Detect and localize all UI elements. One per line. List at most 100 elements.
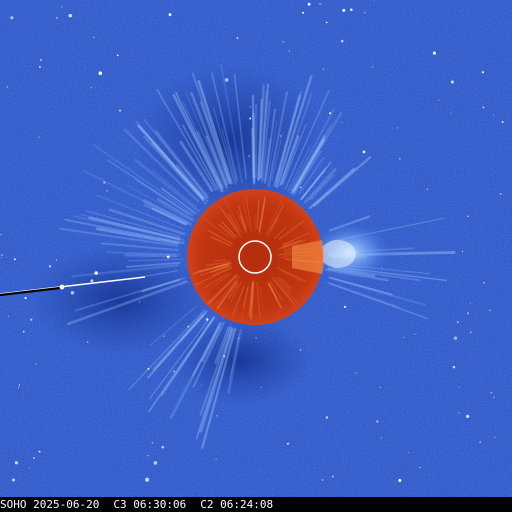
star xyxy=(467,215,469,217)
star xyxy=(18,384,21,386)
star xyxy=(38,136,40,138)
star xyxy=(6,86,9,88)
star xyxy=(482,106,485,109)
star xyxy=(376,420,379,423)
star xyxy=(0,234,2,236)
star xyxy=(407,451,410,454)
star xyxy=(151,442,153,444)
star xyxy=(223,355,225,358)
star xyxy=(68,13,73,18)
star xyxy=(494,436,496,439)
star xyxy=(450,80,454,84)
star xyxy=(301,11,305,14)
star xyxy=(147,367,150,370)
star xyxy=(14,461,18,465)
star xyxy=(300,349,302,351)
star xyxy=(414,333,416,335)
star xyxy=(379,386,381,388)
observatory-label: SOHO xyxy=(0,498,27,511)
star xyxy=(205,318,209,321)
star xyxy=(119,109,121,112)
star xyxy=(56,17,58,19)
star xyxy=(35,363,37,365)
star xyxy=(493,114,495,116)
star xyxy=(426,188,428,190)
star xyxy=(340,39,344,43)
star xyxy=(10,16,14,20)
cme-core xyxy=(320,240,356,268)
star xyxy=(48,265,52,268)
star xyxy=(255,337,257,339)
star xyxy=(321,479,324,481)
star xyxy=(319,3,321,5)
star xyxy=(452,365,456,369)
star xyxy=(329,112,332,115)
star xyxy=(248,155,250,157)
star xyxy=(22,330,25,333)
star xyxy=(1,254,3,256)
star xyxy=(396,127,398,129)
star xyxy=(287,442,289,445)
star xyxy=(224,77,229,82)
occulter-bright-edge xyxy=(292,240,325,274)
star xyxy=(166,255,170,259)
star xyxy=(341,121,343,124)
star xyxy=(7,316,9,318)
star xyxy=(457,321,459,323)
star xyxy=(103,181,106,184)
star xyxy=(466,414,470,419)
c2-time: 06:24:08 xyxy=(220,498,274,511)
star xyxy=(282,41,284,43)
star xyxy=(403,336,405,338)
star xyxy=(13,258,16,261)
star xyxy=(38,450,41,453)
star xyxy=(288,50,290,52)
star xyxy=(343,305,347,309)
star xyxy=(501,121,504,123)
streamer-ray xyxy=(252,112,256,183)
coronagraph-image xyxy=(0,0,512,497)
c3-time: 06:30:06 xyxy=(133,498,187,511)
caption-bar: SOHO 2025-06-20 C3 06:30:06 C2 06:24:08 xyxy=(0,497,512,512)
star xyxy=(87,341,89,343)
star xyxy=(355,372,357,374)
star xyxy=(161,445,164,449)
star xyxy=(147,455,149,457)
star xyxy=(70,291,75,295)
c3-label: C3 xyxy=(113,498,127,511)
star xyxy=(493,396,495,399)
star xyxy=(467,312,470,315)
star xyxy=(90,279,94,283)
star xyxy=(93,36,95,38)
star xyxy=(201,384,203,386)
star xyxy=(280,135,282,137)
star xyxy=(168,13,172,17)
star xyxy=(94,271,98,275)
star xyxy=(28,467,31,469)
star xyxy=(216,415,218,417)
star xyxy=(380,437,382,439)
star xyxy=(145,477,150,482)
star xyxy=(215,458,217,460)
c2-label: C2 xyxy=(200,498,214,511)
star xyxy=(469,331,472,334)
star xyxy=(98,71,103,76)
star xyxy=(364,12,366,14)
star xyxy=(479,441,481,443)
star xyxy=(432,51,436,55)
streamer-ray xyxy=(254,103,258,179)
star xyxy=(362,150,366,154)
star xyxy=(499,192,502,195)
star xyxy=(326,21,328,24)
star xyxy=(106,190,108,192)
star xyxy=(238,337,240,339)
star xyxy=(419,466,421,469)
star xyxy=(331,475,334,478)
star xyxy=(450,112,452,114)
star xyxy=(116,54,119,57)
star xyxy=(38,65,41,68)
star xyxy=(173,370,175,373)
star xyxy=(325,416,329,419)
star xyxy=(260,386,262,388)
star xyxy=(55,259,58,261)
